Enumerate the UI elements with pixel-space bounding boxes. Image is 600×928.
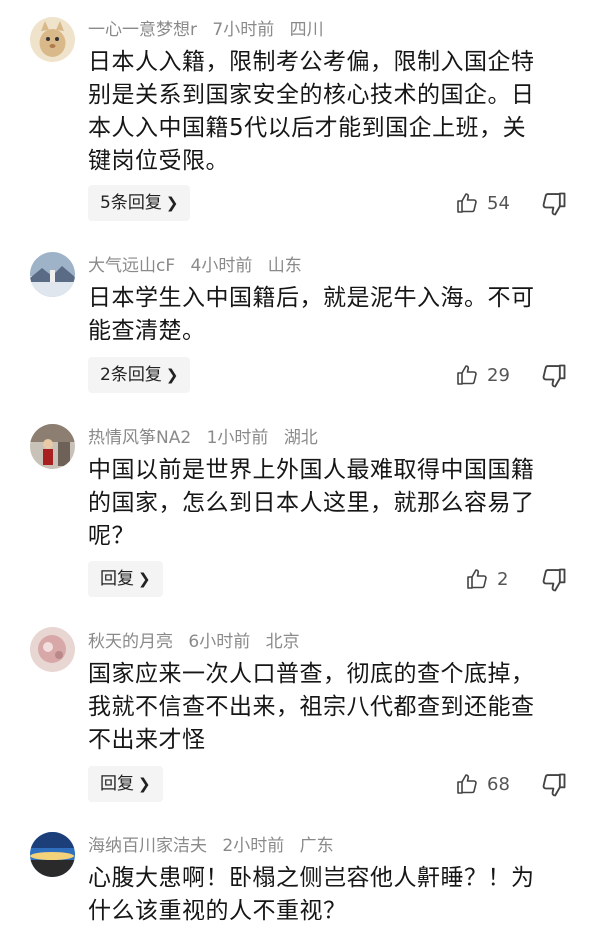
thumbs-up-icon: [457, 365, 477, 385]
comment-meta: 大气远山cF 4小时前 山东: [88, 256, 312, 276]
timestamp: 1小时前: [206, 428, 269, 448]
avatar[interactable]: [30, 424, 75, 469]
like-button[interactable]: 68: [455, 769, 510, 799]
chevron-right-icon: ❯: [165, 366, 179, 384]
comment-line: 日本人入籍，限制考公考偏，限制入国企特: [88, 49, 535, 75]
comment-line: 键岗位受限。: [88, 148, 229, 174]
reply-button[interactable]: 回复 ❯: [88, 561, 163, 597]
comment-meta: 一心一意梦想r 7小时前 四川: [88, 20, 334, 40]
view-replies-button[interactable]: 5条回复 ❯: [88, 185, 191, 221]
comment-line: 不出来才怪: [88, 727, 206, 753]
comment-line: 本人入中国籍5代以后才能到国企上班，关: [88, 115, 527, 141]
like-button[interactable]: 54: [455, 188, 510, 218]
like-count: 2: [497, 568, 509, 590]
comment-text: 国家应来一次人口普查，彻底的查个底掉， 我就不信查不出来，祖宗八代都查到还能查 …: [88, 658, 568, 757]
thumbs-up-icon: [467, 569, 487, 589]
comment-line: 国家应来一次人口普查，彻底的查个底掉，: [88, 661, 535, 687]
view-replies-button[interactable]: 2条回复 ❯: [88, 357, 191, 393]
like-button[interactable]: 29: [455, 360, 510, 390]
comment-meta: 秋天的月亮 6小时前 北京: [88, 632, 310, 652]
username[interactable]: 一心一意梦想r: [88, 20, 197, 40]
thumbs-up-icon: [457, 774, 477, 794]
avatar[interactable]: [30, 252, 75, 297]
comment-line: 能查清楚。: [88, 318, 206, 344]
timestamp: 2小时前: [222, 836, 285, 856]
comment-meta: 海纳百川家洁夫 2小时前 广东: [88, 836, 344, 856]
reply-label: 5条回复: [100, 193, 162, 213]
comment-line: 中国以前是世界上外国人最难取得中国国籍: [88, 457, 535, 483]
thumbs-down-icon[interactable]: [540, 362, 568, 390]
location: 广东: [299, 836, 334, 856]
location: 湖北: [283, 428, 318, 448]
location: 四川: [289, 20, 324, 40]
like-count: 68: [487, 773, 510, 795]
chevron-right-icon: ❯: [138, 775, 151, 793]
like-button[interactable]: 2: [465, 564, 508, 594]
comment-line: 什么该重视的人不重视？: [88, 898, 347, 924]
comment-meta: 热情风筝NA2 1小时前 湖北: [88, 428, 328, 448]
location: 北京: [265, 632, 300, 652]
avatar[interactable]: [30, 627, 75, 672]
thumbs-up-icon: [457, 193, 477, 213]
thumbs-down-icon[interactable]: [540, 771, 568, 799]
avatar[interactable]: [30, 17, 75, 62]
reply-label: 回复: [100, 774, 134, 794]
comment-line: 呢？: [88, 523, 135, 549]
comment-line: 别是关系到国家安全的核心技术的国企。日: [88, 82, 535, 108]
comment-text: 中国以前是世界上外国人最难取得中国国籍 的国家，怎么到日本人这里，就那么容易了 …: [88, 454, 568, 553]
comment-line: 心腹大患啊！卧榻之侧岂容他人鼾睡？！为: [88, 865, 535, 891]
comment-line: 我就不信查不出来，祖宗八代都查到还能查: [88, 694, 535, 720]
thumbs-down-icon[interactable]: [540, 190, 568, 218]
timestamp: 7小时前: [212, 20, 275, 40]
reply-button[interactable]: 回复 ❯: [88, 766, 163, 802]
username[interactable]: 大气远山cF: [88, 256, 175, 276]
chevron-right-icon: ❯: [165, 194, 179, 212]
username[interactable]: 海纳百川家洁夫: [88, 836, 207, 856]
location: 山东: [267, 256, 302, 276]
timestamp: 4小时前: [190, 256, 253, 276]
comment-text: 日本学生入中国籍后，就是泥牛入海。不可 能查清楚。: [88, 282, 568, 348]
chevron-right-icon: ❯: [138, 570, 151, 588]
like-count: 54: [487, 192, 510, 214]
comment-text: 日本人入籍，限制考公考偏，限制入国企特 别是关系到国家安全的核心技术的国企。日 …: [88, 46, 568, 178]
reply-label: 2条回复: [100, 365, 162, 385]
reply-label: 回复: [100, 569, 134, 589]
username[interactable]: 秋天的月亮: [88, 632, 173, 652]
timestamp: 6小时前: [188, 632, 251, 652]
comment-text: 心腹大患啊！卧榻之侧岂容他人鼾睡？！为 什么该重视的人不重视？: [88, 862, 568, 928]
comment-line: 日本学生入中国籍后，就是泥牛入海。不可: [88, 285, 535, 311]
avatar[interactable]: [30, 832, 75, 877]
username[interactable]: 热情风筝NA2: [88, 428, 191, 448]
comment-line: 的国家，怎么到日本人这里，就那么容易了: [88, 490, 535, 516]
like-count: 29: [487, 364, 510, 386]
thumbs-down-icon[interactable]: [540, 566, 568, 594]
